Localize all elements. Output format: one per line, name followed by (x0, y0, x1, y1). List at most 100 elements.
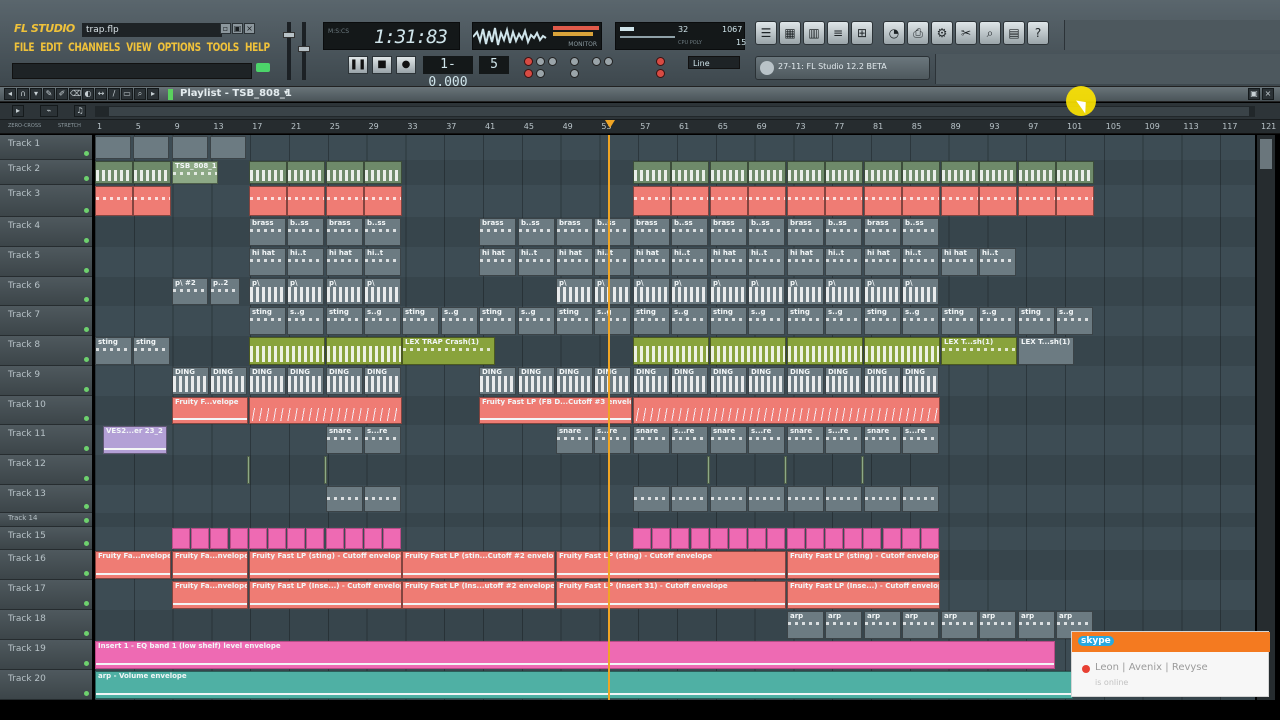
playlist-clip[interactable] (864, 161, 902, 184)
playlist-grid[interactable]: TSB_808_1 brass b..ss brass b..ss brass b..ss b… (95, 135, 1255, 700)
playlist-clip[interactable] (863, 528, 881, 549)
playlist-clip[interactable]: arp (864, 611, 901, 639)
track-header[interactable]: Track 15 (0, 527, 92, 550)
playlist-clip[interactable]: sting (479, 307, 516, 335)
playlist-clip[interactable] (729, 528, 747, 549)
playlist-clip[interactable]: brass (864, 218, 901, 246)
countdown-icon[interactable] (548, 57, 557, 66)
playlist-clip[interactable]: brass (633, 218, 670, 246)
track-header[interactable]: Track 13 (0, 485, 92, 513)
menu-options[interactable]: OPTIONS (157, 42, 201, 60)
mixer-icon[interactable]: ≡ (827, 21, 849, 45)
playlist-clip[interactable] (133, 161, 171, 184)
playlist-clip[interactable]: hi hat (941, 248, 978, 276)
draw-tool-icon[interactable]: ✎ (43, 88, 55, 100)
playlist-clip[interactable]: LEX T...sh(1) (1018, 337, 1074, 365)
track-header[interactable]: Track 14 (0, 513, 92, 527)
step-edit-icon[interactable] (570, 57, 579, 66)
playlist-title[interactable]: Playlist - TSB_808_1 (180, 88, 292, 99)
track-mute-icon[interactable] (84, 297, 89, 302)
playlist-clip[interactable]: s...re (364, 426, 401, 454)
playlist-clip[interactable]: s..g (979, 307, 1016, 335)
slice-tool-icon[interactable]: / (108, 88, 120, 100)
playlist-clip[interactable] (784, 456, 787, 484)
zero-cross-toggle[interactable]: ZERO-CROSS (8, 123, 41, 129)
playlist-clip[interactable] (287, 186, 325, 216)
playlist-clip[interactable]: s..g (594, 307, 631, 335)
playlist-clip[interactable] (326, 161, 364, 184)
playlist-clip[interactable]: snare (787, 426, 824, 454)
playlist-clip[interactable] (326, 337, 402, 365)
playlist-clip[interactable] (210, 136, 246, 159)
playlist-clip[interactable] (787, 186, 825, 216)
playlist-clip[interactable] (710, 186, 748, 216)
playlist-clip[interactable] (633, 161, 671, 184)
playlist-clip[interactable]: brass (249, 218, 286, 246)
playlist-clip[interactable] (268, 528, 286, 549)
playlist-clip[interactable] (345, 528, 363, 549)
playlist-clip[interactable] (787, 528, 805, 549)
playlist-clip[interactable] (710, 337, 786, 365)
playlist-clip[interactable]: b..ss (287, 218, 324, 246)
playlist-clip[interactable]: s..g (902, 307, 939, 335)
playlist-clip[interactable]: s...re (748, 426, 785, 454)
chevron-down-icon[interactable]: ▾ (284, 88, 288, 97)
playlist-clip[interactable]: DING (326, 367, 363, 395)
playlist-clip[interactable]: arp (902, 611, 939, 639)
playlist-clip[interactable] (864, 486, 901, 512)
playlist-clip[interactable] (633, 186, 671, 216)
playlist-clip[interactable]: snare (326, 426, 363, 454)
playlist-clip[interactable]: Fruity Fast LP (sting) - Cutoff envelope (556, 551, 786, 579)
playback-tool-icon[interactable]: ▸ (147, 88, 159, 100)
metronome-icon[interactable] (524, 57, 533, 66)
playlist-clip[interactable] (710, 528, 728, 549)
playlist-clip[interactable]: Fruity Fast LP (sting) - Cutoff envelope (787, 551, 940, 579)
wait-icon[interactable] (536, 57, 545, 66)
playlist-clip[interactable]: DING (825, 367, 862, 395)
track-mute-icon[interactable] (84, 601, 89, 606)
playlist-clip[interactable] (748, 528, 766, 549)
playlist-clip[interactable] (825, 528, 843, 549)
playlist-clip[interactable] (633, 337, 709, 365)
playlist-clip[interactable]: hi..t (287, 248, 324, 276)
maximize-icon[interactable]: ▣ (1248, 88, 1260, 100)
playlist-clip[interactable] (710, 161, 748, 184)
playlist-clip[interactable]: s..g (671, 307, 708, 335)
info-icon[interactable]: ▤ (1003, 21, 1025, 45)
playlist-clip[interactable]: s..g (441, 307, 478, 335)
playlist-clip[interactable] (864, 337, 940, 365)
playlist-clip[interactable]: DING (864, 367, 901, 395)
track-mute-icon[interactable] (84, 268, 89, 273)
playlist-clip[interactable]: sting (787, 307, 824, 335)
playlist-clip[interactable] (902, 486, 939, 512)
playlist-clip[interactable] (902, 528, 920, 549)
playlist-clip[interactable] (671, 186, 709, 216)
playlist-clip[interactable]: DING (671, 367, 708, 395)
playlist-clip[interactable] (287, 528, 305, 549)
playlist-clip[interactable] (364, 528, 382, 549)
track-header[interactable]: Track 7 (0, 306, 92, 336)
multilink-icon[interactable] (536, 69, 545, 78)
playlist-clip[interactable]: hi..t (979, 248, 1016, 276)
playlist-clip[interactable] (95, 136, 131, 159)
audio-picker-icon[interactable]: ♫ (74, 105, 86, 117)
playlist-clip[interactable]: sting (864, 307, 901, 335)
track-header[interactable]: Track 19 (0, 640, 92, 670)
playlist-clip[interactable]: hi hat (864, 248, 901, 276)
playlist-clip[interactable]: Fruity Fa...nvelope (172, 581, 248, 609)
playlist-clip[interactable]: DING (787, 367, 824, 395)
playlist-clip[interactable] (133, 136, 169, 159)
playlist-clip[interactable] (324, 456, 327, 484)
help-icon[interactable]: ? (1027, 21, 1049, 45)
playlist-clip[interactable]: b..ss (825, 218, 862, 246)
playlist-clip[interactable]: Fruity Fast LP (Ins...utoff #2 envelope (402, 581, 555, 609)
track-mute-icon[interactable] (84, 238, 89, 243)
playlist-clip[interactable]: s...re (902, 426, 939, 454)
track-mute-icon[interactable] (84, 504, 89, 509)
playlist-clip[interactable] (825, 161, 863, 184)
track-mute-icon[interactable] (84, 208, 89, 213)
paint-tool-icon[interactable]: ✐ (56, 88, 68, 100)
playlist-clip[interactable]: sting (710, 307, 747, 335)
track-header[interactable]: Track 4 (0, 217, 92, 247)
playlist-clip[interactable]: arp (787, 611, 824, 639)
